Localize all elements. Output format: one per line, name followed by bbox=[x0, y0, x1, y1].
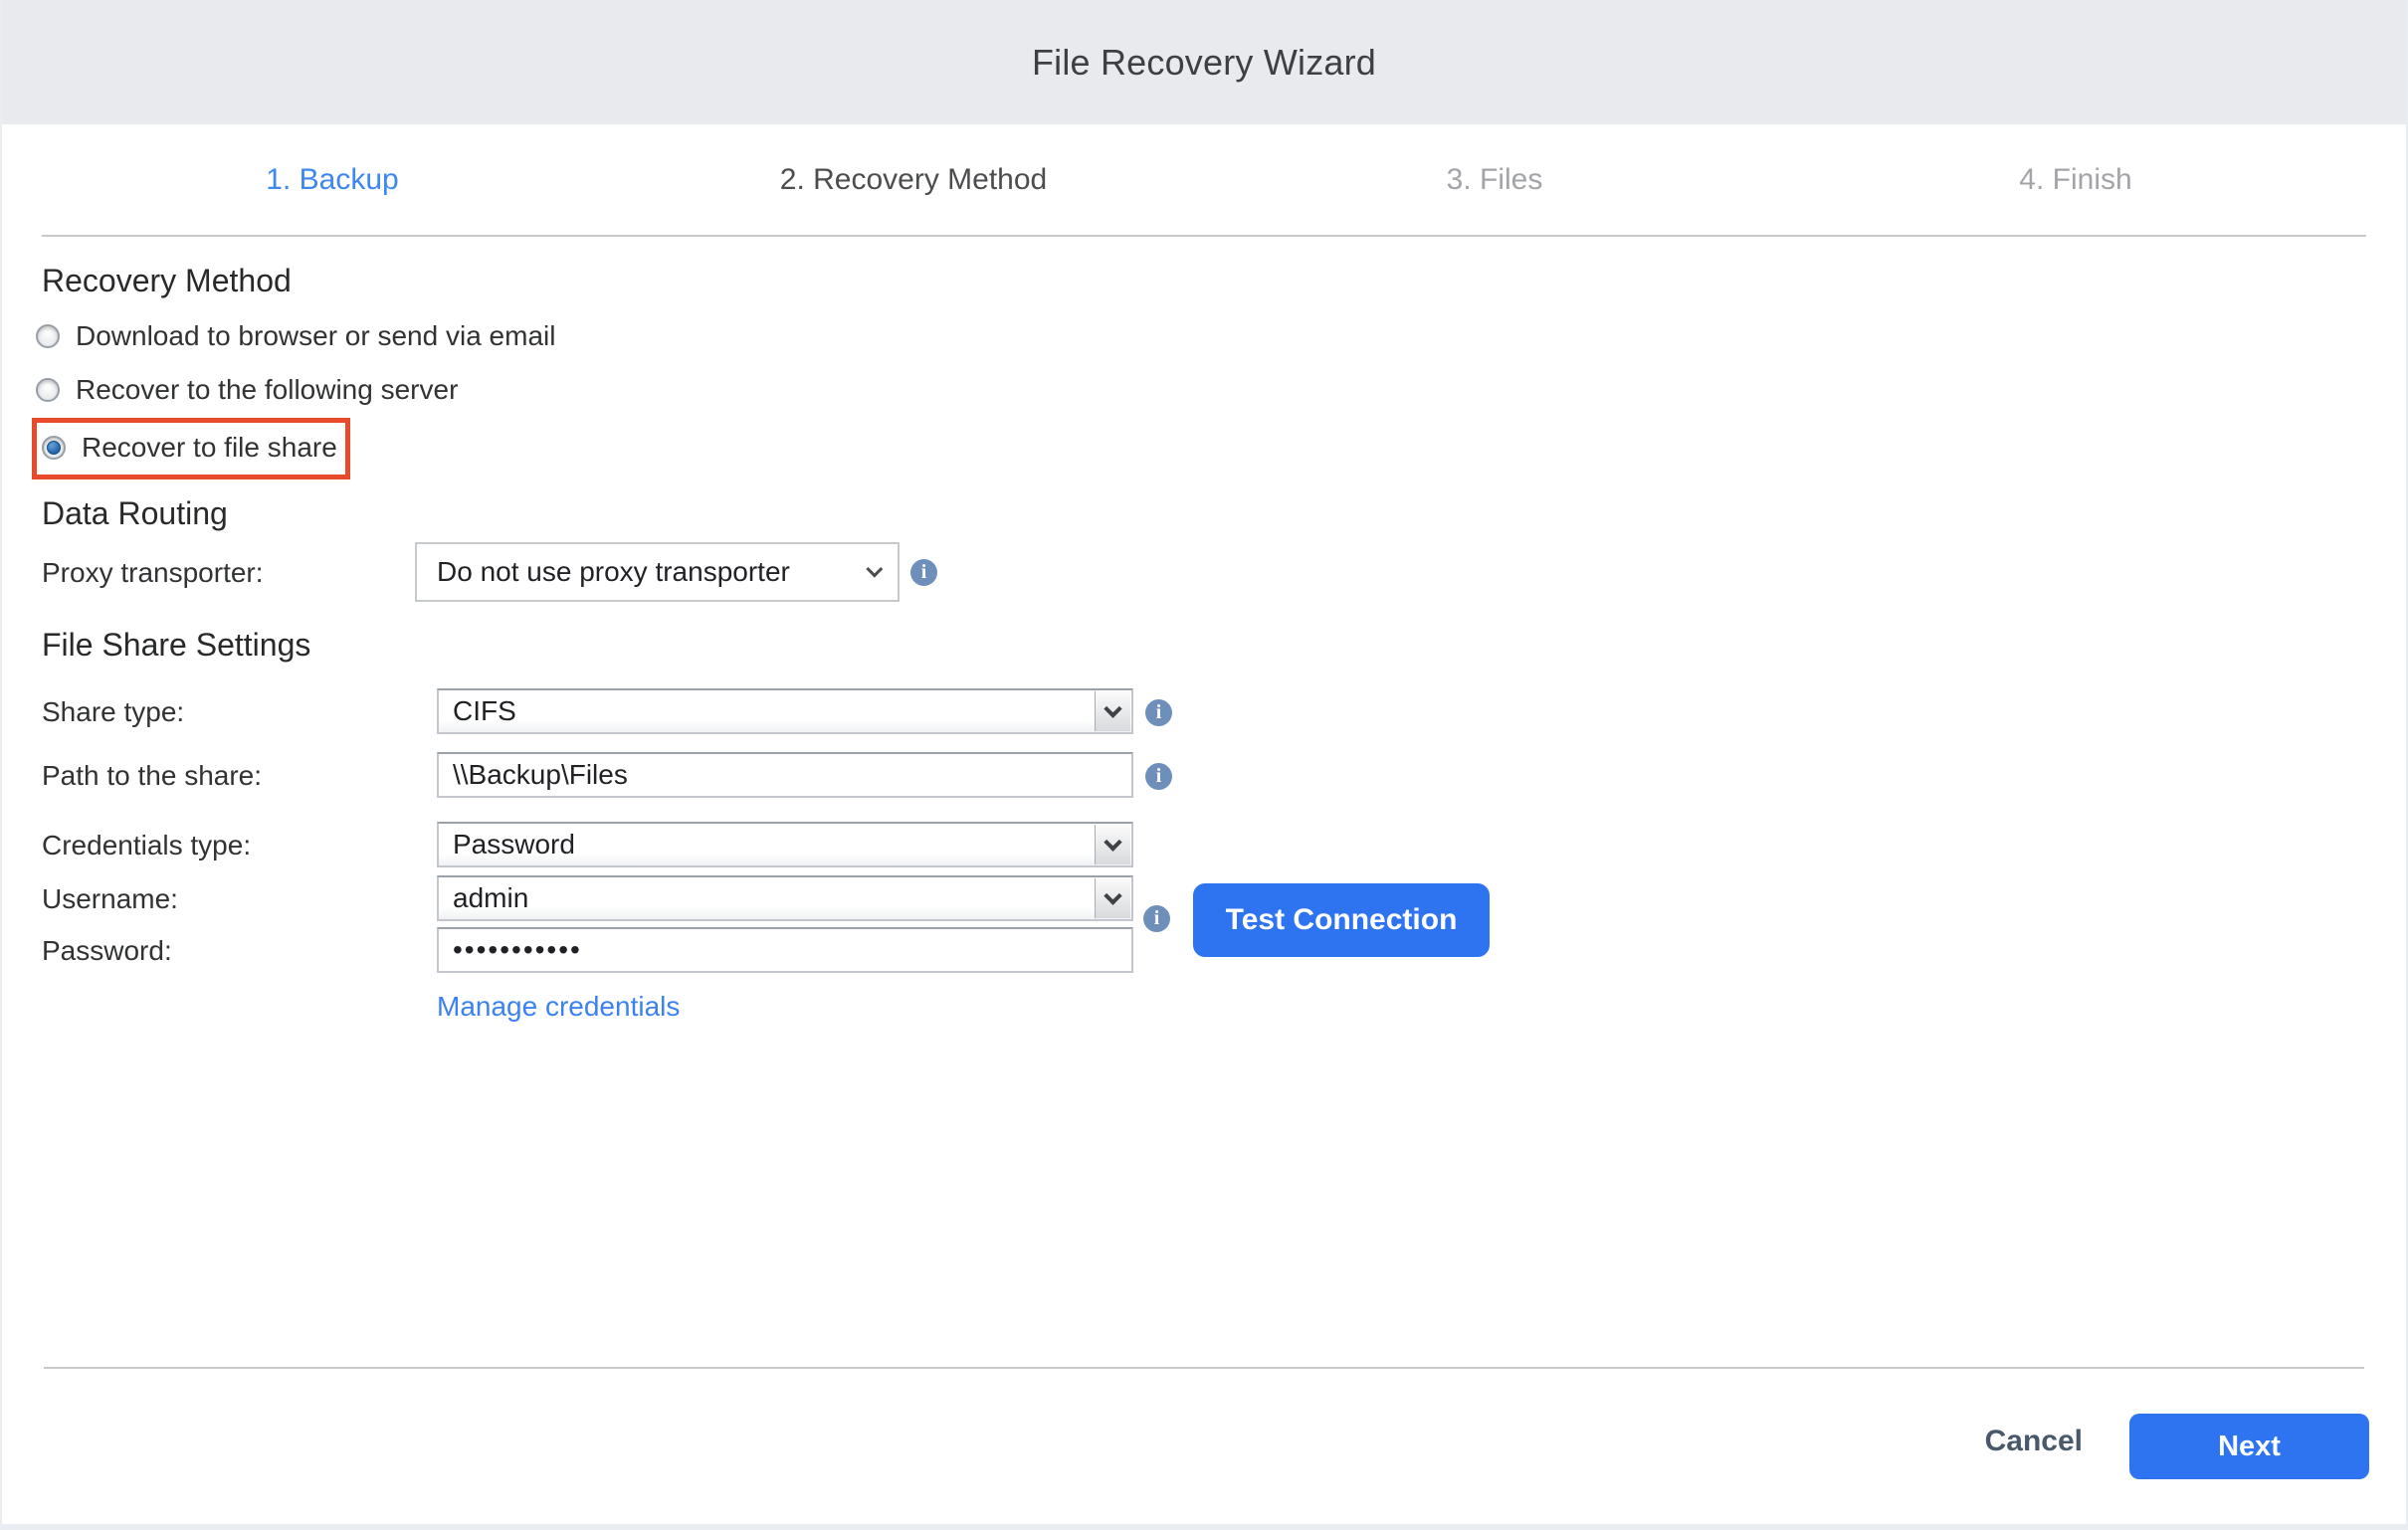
radio-download-browser-email[interactable]: Download to browser or send via email bbox=[36, 320, 555, 352]
radio-label: Recover to the following server bbox=[76, 374, 458, 406]
credentials-type-select[interactable]: Password bbox=[437, 822, 1133, 867]
chevron-down-icon bbox=[866, 561, 883, 578]
radio-circle-icon[interactable] bbox=[36, 378, 60, 402]
info-icon[interactable]: i bbox=[910, 559, 937, 586]
chevron-down-icon bbox=[1104, 699, 1121, 717]
page-title: File Recovery Wizard bbox=[1032, 42, 1376, 84]
path-to-share-input[interactable] bbox=[437, 752, 1133, 798]
select-dropdown-button[interactable] bbox=[1095, 825, 1130, 864]
share-type-select[interactable]: CIFS bbox=[437, 688, 1133, 734]
share-type-label: Share type: bbox=[42, 696, 184, 728]
radio-circle-icon[interactable] bbox=[36, 324, 60, 348]
footer-divider bbox=[44, 1367, 2364, 1369]
username-value: admin bbox=[453, 882, 528, 914]
proxy-transporter-label: Proxy transporter: bbox=[42, 557, 264, 589]
cancel-button[interactable]: Cancel bbox=[1985, 1425, 2083, 1458]
wizard-header: File Recovery Wizard bbox=[2, 0, 2406, 124]
info-icon[interactable]: i bbox=[1143, 905, 1170, 932]
path-to-share-label: Path to the share: bbox=[42, 760, 262, 792]
radio-recover-to-server[interactable]: Recover to the following server bbox=[36, 374, 458, 406]
tab-step-recovery-method[interactable]: 2. Recovery Method bbox=[623, 124, 1204, 235]
manage-credentials-link[interactable]: Manage credentials bbox=[437, 991, 680, 1023]
tab-step-files[interactable]: 3. Files bbox=[1204, 124, 1785, 235]
radio-label: Recover to file share bbox=[82, 432, 337, 464]
data-routing-heading: Data Routing bbox=[42, 495, 228, 532]
info-icon[interactable]: i bbox=[1145, 699, 1172, 726]
proxy-transporter-select[interactable]: Do not use proxy transporter bbox=[415, 542, 900, 602]
password-input[interactable] bbox=[437, 927, 1133, 973]
chevron-down-icon bbox=[1104, 886, 1121, 904]
username-label: Username: bbox=[42, 883, 178, 915]
recovery-method-heading: Recovery Method bbox=[42, 263, 292, 299]
tab-step-backup[interactable]: 1. Backup bbox=[42, 124, 623, 235]
wizard-card: File Recovery Wizard 1. Backup 2. Recove… bbox=[2, 0, 2406, 1524]
radio-selected-icon[interactable] bbox=[42, 436, 66, 460]
credentials-type-label: Credentials type: bbox=[42, 830, 251, 861]
username-select[interactable]: admin bbox=[437, 875, 1133, 921]
next-button[interactable]: Next bbox=[2129, 1414, 2369, 1479]
radio-label: Download to browser or send via email bbox=[76, 320, 555, 352]
credentials-type-value: Password bbox=[453, 829, 575, 861]
radio-recover-to-file-share[interactable]: Recover to file share bbox=[42, 432, 337, 464]
share-type-value: CIFS bbox=[453, 695, 516, 727]
select-dropdown-button[interactable] bbox=[1095, 878, 1130, 918]
proxy-transporter-value: Do not use proxy transporter bbox=[437, 556, 790, 588]
chevron-down-icon bbox=[1104, 833, 1121, 851]
file-recovery-wizard-window: File Recovery Wizard 1. Backup 2. Recove… bbox=[0, 0, 2408, 1530]
select-dropdown-button[interactable] bbox=[1095, 691, 1130, 731]
info-icon[interactable]: i bbox=[1145, 763, 1172, 790]
wizard-step-bar: 1. Backup 2. Recovery Method 3. Files 4.… bbox=[42, 124, 2366, 237]
test-connection-button[interactable]: Test Connection bbox=[1193, 883, 1490, 957]
file-share-settings-heading: File Share Settings bbox=[42, 627, 310, 664]
password-label: Password: bbox=[42, 935, 172, 967]
tab-step-finish[interactable]: 4. Finish bbox=[1785, 124, 2366, 235]
